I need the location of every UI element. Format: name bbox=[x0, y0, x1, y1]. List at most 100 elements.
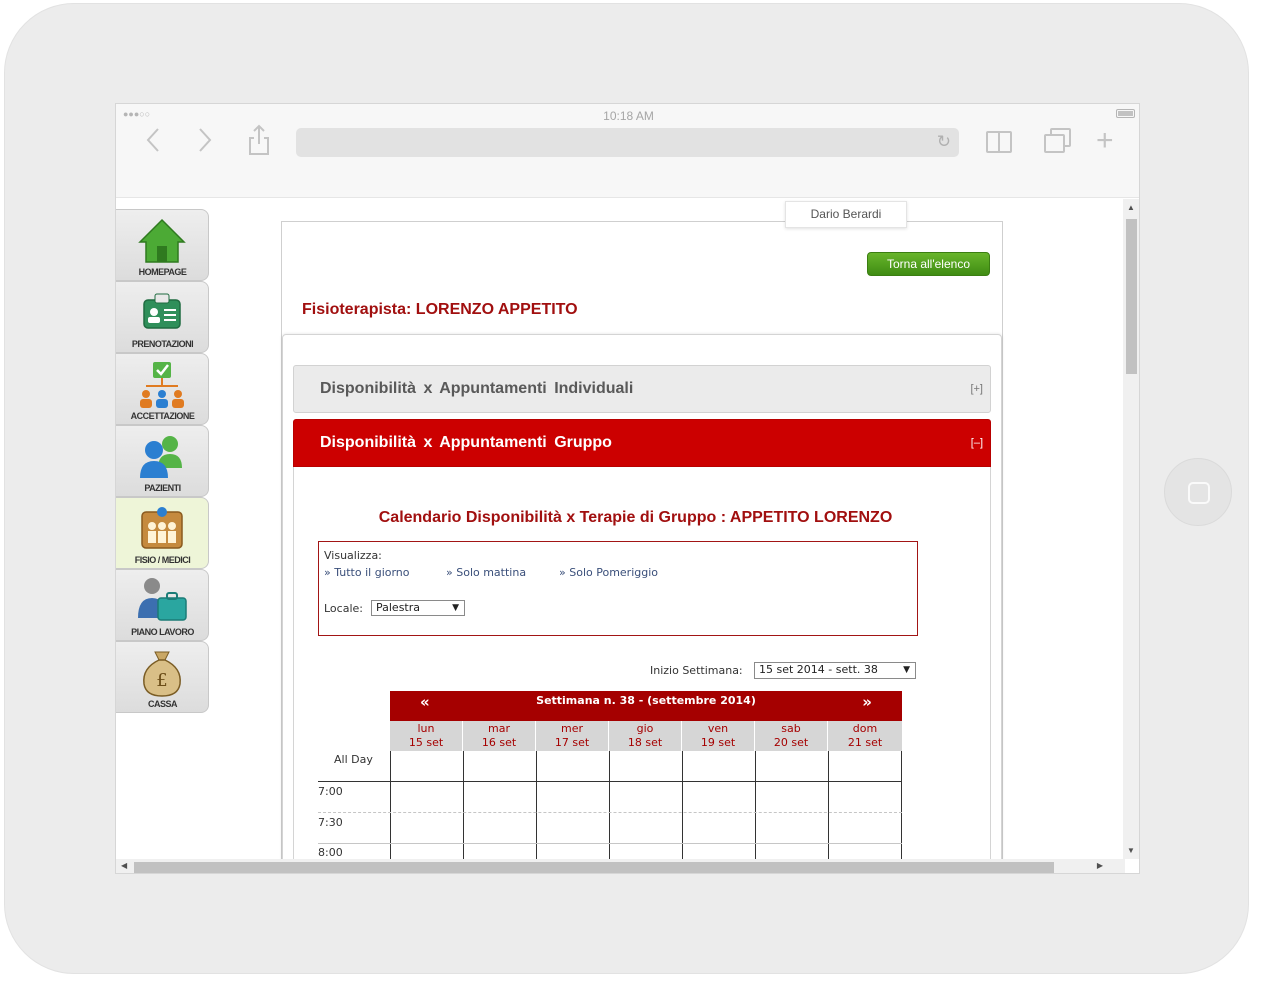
calendar-title: Calendario Disponibilità x Terapie di Gr… bbox=[378, 509, 893, 526]
hour-line bbox=[318, 843, 902, 844]
time-slot-label: 7:00 bbox=[318, 785, 343, 798]
day-name: sab bbox=[781, 722, 801, 735]
back-to-list-button[interactable]: Torna all'elenco bbox=[867, 252, 990, 276]
scroll-down-icon[interactable]: ▼ bbox=[1127, 846, 1135, 855]
sidebar-item-label: PAZIENTI bbox=[144, 483, 181, 493]
accordion-title: Disponibilità x Appuntamenti Gruppo bbox=[320, 434, 612, 451]
accordion-title: Disponibilità x Appuntamenti Individuali bbox=[320, 380, 634, 397]
home-button[interactable] bbox=[1164, 458, 1232, 526]
scroll-thumb[interactable] bbox=[134, 862, 1054, 873]
calendar-header: « Settimana n. 38 - (settembre 2014) » bbox=[390, 691, 902, 721]
all-day-divider bbox=[318, 781, 902, 782]
filter-link-afternoon[interactable]: » Solo Pomeriggio bbox=[559, 566, 658, 579]
briefcase-person-icon bbox=[138, 578, 187, 621]
money-bag-icon: £ bbox=[143, 651, 181, 697]
day-name: mer bbox=[560, 722, 583, 735]
filter-link-morning[interactable]: » Solo mattina bbox=[446, 566, 526, 579]
browser-chrome: ●●●○○ 10:18 AM ↻ + bbox=[116, 104, 1139, 198]
plus-icon[interactable]: + bbox=[1096, 124, 1114, 158]
day-header-sun: dom 21 set bbox=[828, 721, 902, 751]
day-header-sat: sab 20 set bbox=[755, 721, 828, 751]
share-icon[interactable] bbox=[248, 124, 270, 163]
sidebar-item-label: CASSA bbox=[147, 699, 178, 709]
chevron-right-icon[interactable] bbox=[196, 126, 214, 161]
sidebar-item-piano-lavoro[interactable]: PIANO LAVORO bbox=[116, 569, 209, 641]
day-date: 15 set bbox=[408, 736, 444, 749]
tablet-frame: ●●●○○ 10:18 AM ↻ + HOMEPAGE PRENOTAZIONI… bbox=[4, 3, 1249, 974]
side-menu: HOMEPAGE PRENOTAZIONI ACCETTAZIONE PAZIE… bbox=[116, 209, 209, 713]
day-date: 16 set bbox=[481, 736, 517, 749]
book-icon[interactable] bbox=[986, 131, 1012, 153]
week-title: Settimana n. 38 - (settembre 2014) bbox=[536, 694, 756, 707]
dropdown-arrow-icon: ▼ bbox=[903, 665, 910, 675]
tablet-screen: ●●●○○ 10:18 AM ↻ + HOMEPAGE PRENOTAZIONI… bbox=[115, 103, 1140, 874]
day-date: 17 set bbox=[554, 736, 590, 749]
view-label: Visualizza: bbox=[324, 549, 382, 562]
accordion-body-group: Calendario Disponibilità x Terapie di Gr… bbox=[293, 467, 991, 859]
url-bar[interactable]: ↻ bbox=[296, 128, 959, 157]
scroll-right-icon[interactable]: ▶ bbox=[1097, 861, 1103, 870]
availability-accordion: Disponibilità x Appuntamenti Individuali… bbox=[282, 334, 1002, 859]
doctors-icon bbox=[141, 507, 183, 549]
day-date: 20 set bbox=[773, 736, 809, 749]
user-menu[interactable]: Dario Berardi bbox=[785, 201, 907, 228]
day-name: ven bbox=[707, 722, 729, 735]
home-square-icon bbox=[1188, 482, 1210, 504]
org-chart-icon bbox=[140, 362, 184, 408]
day-header-thu: gio 18 set bbox=[609, 721, 682, 751]
id-card-icon bbox=[143, 293, 181, 329]
tabs-icon[interactable] bbox=[1044, 134, 1065, 153]
day-header-mon: lun 15 set bbox=[390, 721, 463, 751]
chevron-left-icon[interactable] bbox=[144, 126, 162, 161]
horizontal-scrollbar[interactable]: ◀ ▶ bbox=[116, 859, 1125, 873]
sidebar-item-cassa[interactable]: £ CASSA bbox=[116, 641, 209, 713]
sidebar-item-label: ACCETTAZIONE bbox=[130, 411, 195, 421]
all-day-label: All Day bbox=[334, 753, 373, 766]
house-icon bbox=[138, 218, 186, 263]
day-date: 21 set bbox=[847, 736, 883, 749]
accordion-header-group[interactable]: Disponibilità x Appuntamenti Gruppo [–] bbox=[293, 419, 991, 467]
week-start-select[interactable]: 15 set 2014 - sett. 38 ▼ bbox=[754, 662, 916, 679]
day-name: lun bbox=[417, 722, 435, 735]
next-week-button[interactable]: » bbox=[862, 693, 872, 711]
sidebar-item-prenotazioni[interactable]: PRENOTAZIONI bbox=[116, 281, 209, 353]
sidebar-item-label: HOMEPAGE bbox=[138, 267, 187, 277]
sidebar-item-homepage[interactable]: HOMEPAGE bbox=[116, 209, 209, 281]
scroll-thumb[interactable] bbox=[1126, 219, 1137, 374]
day-name: gio bbox=[636, 722, 654, 735]
sidebar-item-label: PRENOTAZIONI bbox=[131, 339, 194, 349]
day-header-fri: ven 19 set bbox=[682, 721, 755, 751]
collapse-toggle[interactable]: [–] bbox=[971, 420, 983, 466]
svg-text:£: £ bbox=[156, 670, 167, 691]
day-header-tue: mar 16 set bbox=[463, 721, 536, 751]
time-slot-label: 8:00 bbox=[318, 846, 343, 859]
expand-toggle[interactable]: [+] bbox=[970, 366, 983, 412]
week-start-value: 15 set 2014 - sett. 38 bbox=[759, 663, 878, 676]
day-name: dom bbox=[852, 722, 878, 735]
scroll-left-icon[interactable]: ◀ bbox=[121, 861, 127, 870]
day-name: mar bbox=[488, 722, 510, 735]
vertical-scrollbar[interactable]: ▲ ▼ bbox=[1123, 199, 1139, 859]
time-slot-label: 7:30 bbox=[318, 816, 343, 829]
status-time: 10:18 AM bbox=[603, 109, 654, 123]
accordion-header-individual[interactable]: Disponibilità x Appuntamenti Individuali… bbox=[293, 365, 991, 413]
scroll-up-icon[interactable]: ▲ bbox=[1127, 203, 1135, 212]
battery-icon bbox=[1116, 109, 1135, 118]
day-date: 18 set bbox=[627, 736, 663, 749]
sidebar-item-pazienti[interactable]: PAZIENTI bbox=[116, 425, 209, 497]
locale-select[interactable]: Palestra ▼ bbox=[371, 600, 465, 616]
sidebar-item-fisio-medici[interactable]: FISIO / MEDICI bbox=[116, 497, 209, 569]
reload-icon[interactable]: ↻ bbox=[937, 132, 951, 152]
sidebar-item-accettazione[interactable]: ACCETTAZIONE bbox=[116, 353, 209, 425]
locale-label: Locale: bbox=[324, 602, 363, 615]
dropdown-arrow-icon: ▼ bbox=[452, 603, 459, 613]
week-start-label: Inizio Settimana: bbox=[650, 664, 743, 677]
day-header-wed: mer 17 set bbox=[536, 721, 609, 751]
filter-link-all-day[interactable]: » Tutto il giorno bbox=[324, 566, 410, 579]
page-title: Fisioterapista: LORENZO APPETITO bbox=[302, 301, 578, 318]
page-viewport: HOMEPAGE PRENOTAZIONI ACCETTAZIONE PAZIE… bbox=[116, 199, 1125, 859]
sidebar-item-label: PIANO LAVORO bbox=[131, 627, 194, 637]
filter-box: Visualizza: » Tutto il giorno » Solo mat… bbox=[318, 541, 918, 636]
half-hour-line bbox=[318, 812, 902, 813]
sidebar-item-label: FISIO / MEDICI bbox=[134, 555, 191, 565]
